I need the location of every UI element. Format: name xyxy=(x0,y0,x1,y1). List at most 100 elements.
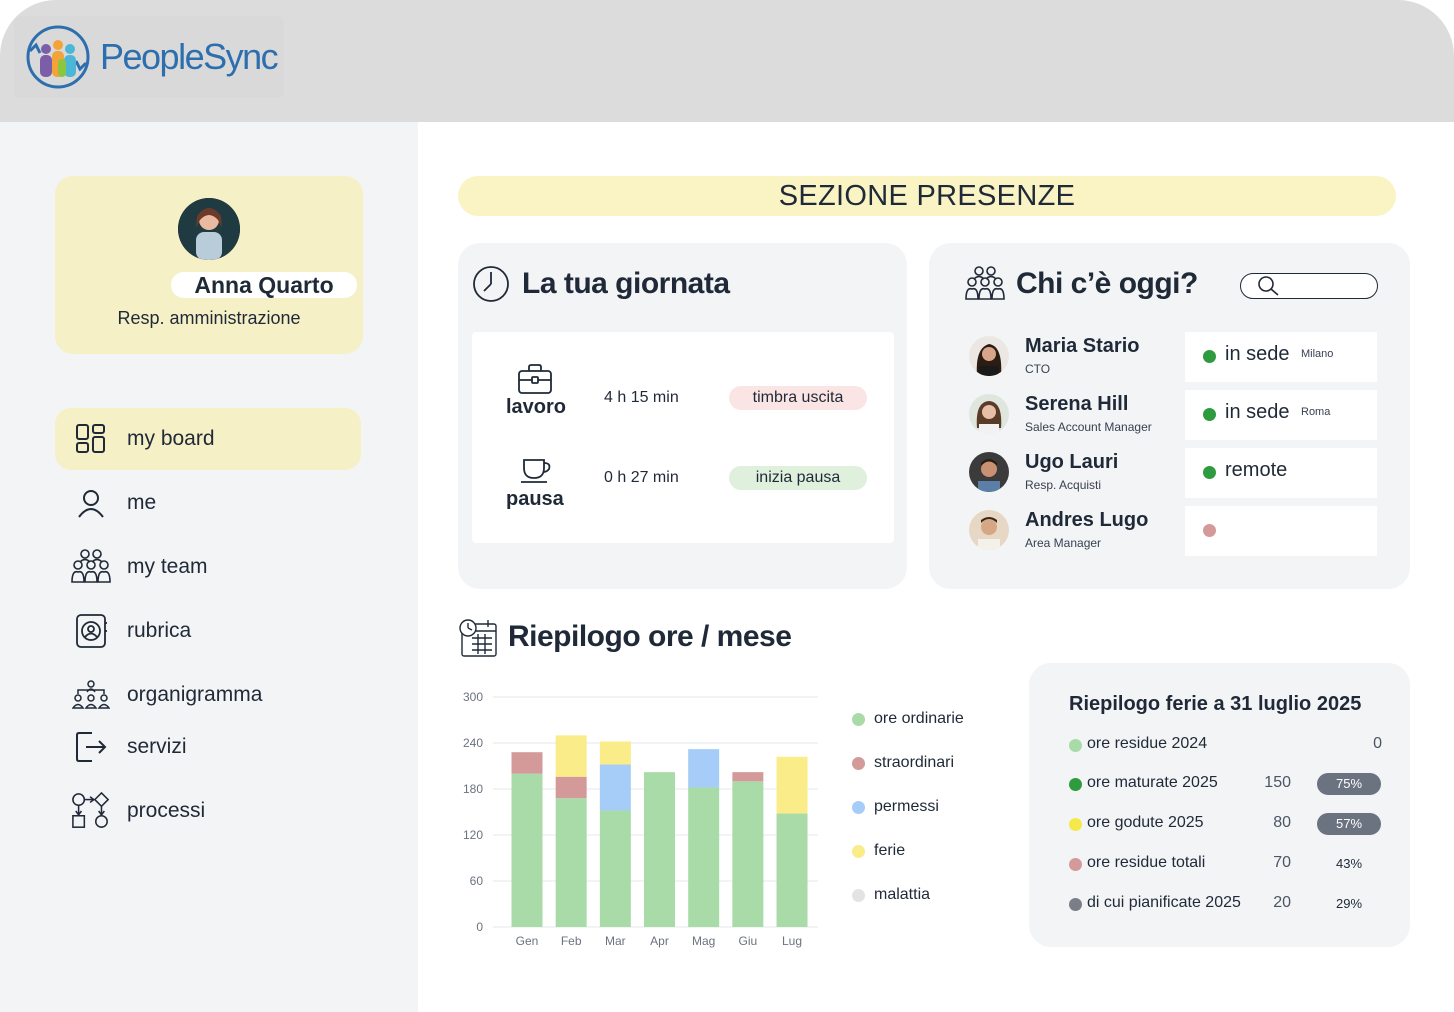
leave-percent: 29% xyxy=(1335,896,1363,911)
leave-row: di cui pianificate 2025 20 29% xyxy=(1069,893,1379,917)
status-text: remote xyxy=(1225,459,1288,481)
bar-segment xyxy=(599,764,631,811)
address-book-icon xyxy=(71,611,111,651)
nav-label: me xyxy=(127,491,157,514)
leave-dot xyxy=(1069,778,1082,791)
avatar xyxy=(969,394,1009,434)
presence-card: Chi c’è oggi? Maria Stario CTO in sede M… xyxy=(929,243,1410,589)
x-tick-label: Apr xyxy=(650,934,669,948)
nav-item-my-team[interactable]: my team xyxy=(55,536,361,598)
search-icon xyxy=(1258,276,1279,296)
nav-item-servizi[interactable]: servizi xyxy=(55,716,361,778)
avatar xyxy=(969,336,1009,376)
leave-percent-badge: 57% xyxy=(1317,813,1381,835)
day-row-time: 4 h 15 min xyxy=(604,389,679,406)
y-tick-label: 300 xyxy=(463,690,483,704)
brand-logo[interactable]: PeopleSync xyxy=(14,16,284,98)
leave-label: ore residue 2024 xyxy=(1087,735,1208,752)
x-tick-label: Giu xyxy=(739,934,758,948)
person-row[interactable]: Ugo Lauri Resp. Acquisti remote xyxy=(969,448,1379,498)
y-tick-label: 60 xyxy=(470,874,484,888)
status-badge xyxy=(1185,506,1377,556)
person-row[interactable]: Andres Lugo Area Manager xyxy=(969,506,1379,556)
process-icon xyxy=(71,791,111,831)
main-content: SEZIONE PRESENZE La tua giornata lavoro … xyxy=(418,122,1454,1012)
day-title: La tua giornata xyxy=(522,267,730,300)
person-role: Resp. Acquisti xyxy=(1025,478,1102,492)
legend-dot xyxy=(852,800,865,814)
legend-item: ore ordinarie xyxy=(852,710,964,728)
y-tick-label: 240 xyxy=(463,736,483,750)
exit-icon xyxy=(71,727,111,767)
leave-value: 70 xyxy=(1273,854,1291,871)
status-badge: in sede Roma xyxy=(1185,390,1377,440)
status-location: Milano xyxy=(1301,348,1334,360)
bar-segment xyxy=(644,772,676,927)
status-badge: remote xyxy=(1185,448,1377,498)
person-role: CTO xyxy=(1025,362,1051,376)
y-tick-label: 180 xyxy=(463,782,483,796)
bar-segment xyxy=(555,735,587,777)
status-dot xyxy=(1203,466,1216,479)
x-tick-label: Mar xyxy=(605,934,626,948)
person-row[interactable]: Serena Hill Sales Account Manager in sed… xyxy=(969,390,1379,440)
bar-segment xyxy=(732,772,764,782)
status-text: in sede xyxy=(1225,401,1290,423)
bar-segment xyxy=(776,756,808,814)
status-dot xyxy=(1203,350,1216,363)
status-location: Roma xyxy=(1301,406,1331,418)
profile-card[interactable]: Anna Quarto Resp. amministrazione xyxy=(55,176,363,354)
bar-segment xyxy=(555,798,587,927)
day-row-label: pausa xyxy=(506,488,564,510)
legend-label: permessi xyxy=(874,798,939,815)
clock-icon xyxy=(473,266,509,302)
legend-item: straordinari xyxy=(852,754,954,772)
nav-item-my-board[interactable]: my board xyxy=(55,408,361,470)
legend-label: malattia xyxy=(874,886,931,903)
leave-percent-badge: 75% xyxy=(1317,773,1381,795)
person-role: Area Manager xyxy=(1025,536,1102,550)
person-name: Ugo Lauri xyxy=(1025,451,1119,473)
legend-dot xyxy=(852,844,865,858)
nav-item-rubrica[interactable]: rubrica xyxy=(55,600,361,662)
leave-label: ore godute 2025 xyxy=(1087,814,1204,831)
nav-item-processi[interactable]: processi xyxy=(55,780,361,842)
legend-dot xyxy=(852,756,865,770)
status-dot xyxy=(1203,408,1216,421)
bar-segment xyxy=(511,773,543,927)
clock-out-button[interactable]: timbra uscita xyxy=(729,386,867,410)
coffee-cup-icon xyxy=(521,459,551,483)
avatar xyxy=(178,198,240,260)
brand-name: PeopleSync xyxy=(100,36,279,77)
org-chart-icon xyxy=(71,675,111,715)
user-icon xyxy=(71,483,111,523)
person-role: Sales Account Manager xyxy=(1025,420,1152,434)
leave-dot xyxy=(1069,739,1082,752)
leave-dot xyxy=(1069,898,1082,911)
leave-value: 80 xyxy=(1273,814,1291,831)
legend-item: ferie xyxy=(852,842,905,860)
bar-segment xyxy=(688,787,720,927)
briefcase-icon xyxy=(518,364,552,394)
leave-summary-card: Riepilogo ferie a 31 luglio 2025 ore res… xyxy=(1029,663,1410,947)
nav-label: rubrica xyxy=(127,619,192,642)
y-tick-label: 0 xyxy=(476,920,483,934)
leave-label: ore maturate 2025 xyxy=(1087,774,1218,791)
nav-item-me[interactable]: me xyxy=(55,472,361,534)
bar-segment xyxy=(599,810,631,927)
leave-row: ore godute 2025 80 57% xyxy=(1069,813,1381,837)
bar-segment xyxy=(555,776,587,799)
leave-value: 20 xyxy=(1273,894,1291,911)
legend-item: permessi xyxy=(852,798,939,816)
bar-segment xyxy=(511,752,543,774)
nav-label: servizi xyxy=(127,735,187,758)
start-break-button[interactable]: inizia pausa xyxy=(729,466,867,490)
search-input[interactable] xyxy=(1240,273,1378,299)
people-sync-logo-icon xyxy=(26,25,90,89)
app-window: PeopleSync Anna Quarto Resp. amministraz… xyxy=(0,0,1454,1012)
day-row-time: 0 h 27 min xyxy=(604,469,679,486)
x-tick-label: Gen xyxy=(516,934,539,948)
person-row[interactable]: Maria Stario CTO in sede Milano xyxy=(969,332,1379,382)
legend-label: ferie xyxy=(874,842,906,859)
legend-dot xyxy=(852,888,865,902)
